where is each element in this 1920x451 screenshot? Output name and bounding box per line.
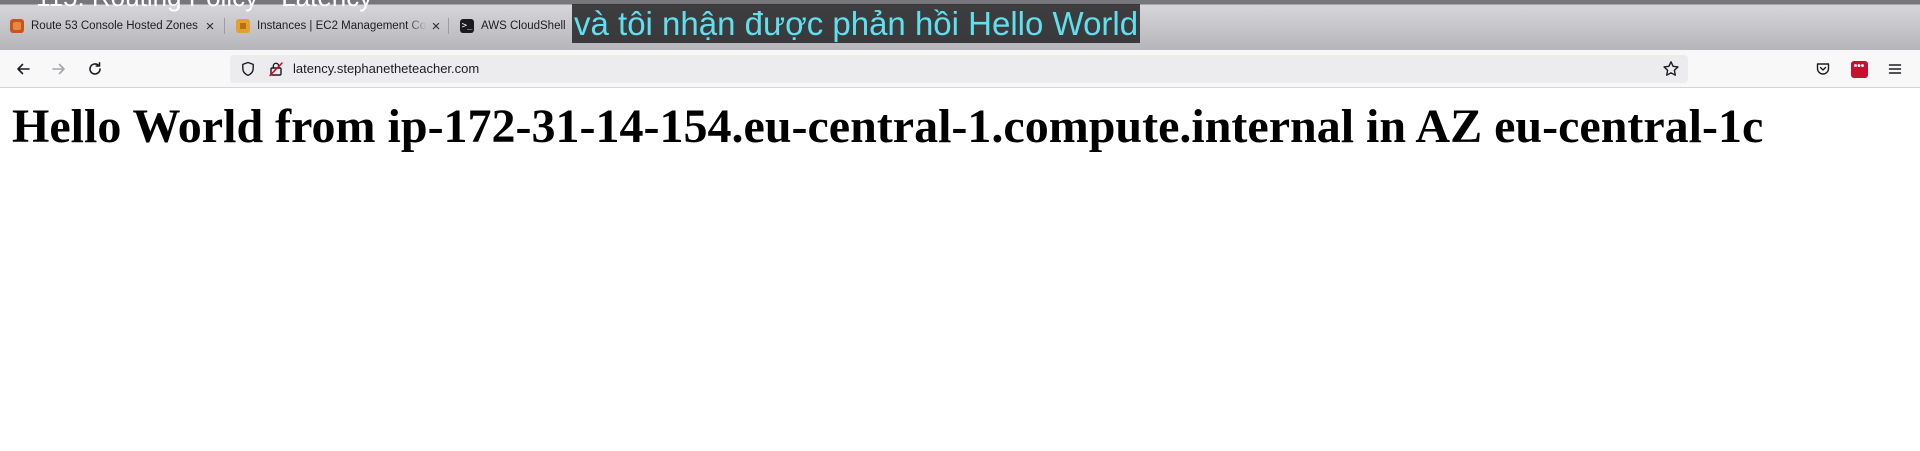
tab-label: Instances | EC2 Management Console	[257, 20, 427, 32]
star-icon[interactable]	[1662, 60, 1680, 78]
reload-icon	[89, 62, 101, 75]
close-icon[interactable]: ×	[430, 19, 442, 34]
ec2-icon	[236, 19, 250, 33]
page-content: Hello World from ip-172-31-14-154.eu-cen…	[0, 89, 1920, 451]
reload-button[interactable]	[84, 58, 106, 80]
tab-divider	[448, 18, 449, 34]
menu-button[interactable]	[1884, 58, 1906, 80]
back-button[interactable]	[12, 58, 34, 80]
url-text[interactable]: latency.stephanetheteacher.com	[293, 55, 479, 83]
extension-button[interactable]: •••	[1848, 58, 1870, 80]
shield-icon[interactable]	[240, 61, 256, 77]
pocket-button[interactable]	[1812, 58, 1834, 80]
insecure-lock-icon[interactable]	[268, 61, 284, 77]
forward-button[interactable]	[48, 58, 70, 80]
hamburger-menu-icon	[1888, 64, 1902, 74]
address-bar[interactable]: latency.stephanetheteacher.com	[230, 55, 1688, 83]
tab-strip: 115. Routing Policy - Latency Route 53 C…	[0, 0, 1920, 50]
tab-label: Route 53 Console Hosted Zones	[31, 20, 198, 32]
tab-route53[interactable]: Route 53 Console Hosted Zones ×	[0, 12, 222, 40]
close-icon[interactable]: ×	[204, 19, 216, 34]
page-heading: Hello World from ip-172-31-14-154.eu-cen…	[12, 100, 1764, 153]
video-title-overlay: 115. Routing Policy - Latency	[36, 0, 372, 10]
subtitle-caption: và tôi nhận được phản hồi Hello World	[572, 4, 1141, 43]
route53-icon	[10, 19, 24, 33]
tab-ec2-instances[interactable]: Instances | EC2 Management Console ×	[226, 12, 448, 40]
pocket-icon	[1816, 63, 1830, 75]
navigation-toolbar: latency.stephanetheteacher.com •••	[0, 50, 1920, 88]
tab-divider	[224, 18, 225, 34]
arrow-right-icon	[52, 63, 65, 75]
extension-icon: •••	[1850, 60, 1868, 78]
arrow-left-icon	[17, 63, 30, 75]
cloudshell-icon: >_	[460, 19, 474, 33]
